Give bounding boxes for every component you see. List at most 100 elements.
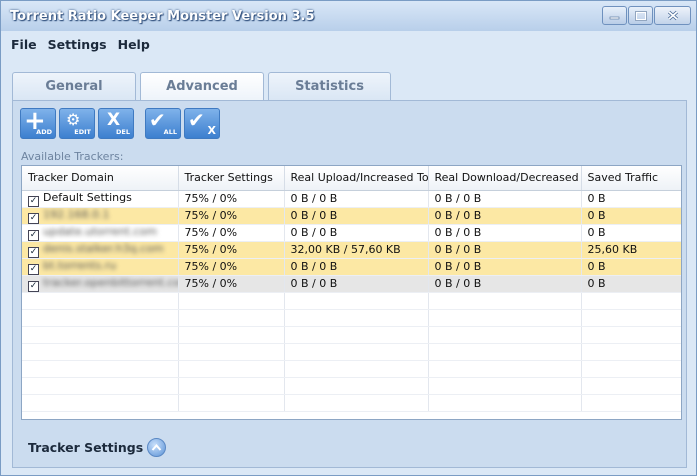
- empty-cell: [178, 343, 285, 361]
- cell-real-upload: 32,00 KB / 57,60 KB: [284, 241, 429, 259]
- tracker-toolbar: + ADD ⚙ EDIT X DEL ✔ ALL ✔ X: [20, 108, 223, 139]
- tab-general[interactable]: General: [12, 72, 136, 101]
- row-checkbox[interactable]: ✓: [28, 246, 39, 257]
- menu-settings[interactable]: Settings: [48, 32, 107, 57]
- empty-cell: [581, 377, 681, 395]
- check-all-button[interactable]: ✔ ALL: [145, 108, 181, 139]
- menu-file[interactable]: File: [11, 32, 37, 57]
- menu-bar: File Settings Help: [1, 32, 696, 57]
- edit-label: EDIT: [74, 128, 91, 136]
- tracker-settings-label: Tracker Settings: [28, 440, 144, 455]
- table-row[interactable]: ✓ tracker.openbittorrent.com 75% / 0% 0 B /…: [22, 275, 681, 293]
- col-tracker-settings[interactable]: Tracker Settings: [178, 166, 285, 191]
- empty-cell: [22, 326, 179, 344]
- cell-tracker-settings: 75% / 0%: [178, 224, 285, 242]
- empty-cell: [428, 394, 582, 412]
- cell-real-download: 0 B / 0 B: [428, 241, 582, 259]
- col-tracker-domain[interactable]: Tracker Domain: [22, 166, 179, 191]
- toolbar-gap: [137, 108, 145, 139]
- cell-tracker-settings: 75% / 0%: [178, 190, 285, 208]
- add-tracker-button[interactable]: + ADD: [20, 108, 56, 139]
- cell-real-download: 0 B / 0 B: [428, 207, 582, 225]
- empty-cell: [581, 292, 681, 310]
- title-bar[interactable]: Torrent Ratio Keeper Monster Version 3.5: [1, 1, 696, 31]
- empty-cell: [22, 343, 179, 361]
- maximize-icon: [634, 10, 647, 21]
- table-row[interactable]: ✓ denis.stalker.h3q.com 75% / 0% 32,00 KB /…: [22, 241, 681, 259]
- cell-saved-traffic: 0 B: [581, 275, 681, 293]
- table-row[interactable]: ✓ 192.168.0.1 75% / 0% 0 B / 0 B0 B / 0 B0 …: [22, 207, 681, 225]
- tracker-domain-text: denis.stalker.h3q.com: [43, 241, 164, 255]
- cell-tracker-domain: ✓ update.utorrent.com: [22, 224, 179, 242]
- delete-tracker-button[interactable]: X DEL: [98, 108, 134, 139]
- col-saved-traffic[interactable]: Saved Traffic: [581, 166, 681, 191]
- expand-tracker-settings-button[interactable]: [147, 438, 167, 457]
- row-checkbox[interactable]: ✓: [28, 263, 39, 274]
- empty-row: [22, 377, 681, 395]
- row-checkbox[interactable]: ✓: [28, 280, 39, 291]
- empty-cell: [284, 326, 429, 344]
- available-trackers-label: Available Trackers:: [21, 150, 124, 163]
- row-checkbox[interactable]: ✓: [28, 195, 39, 206]
- cell-real-upload: 0 B / 0 B: [284, 207, 429, 225]
- tracker-settings-section: Tracker Settings: [28, 438, 167, 457]
- col-real-upload[interactable]: Real Upload/Increased To: [284, 166, 429, 191]
- cell-tracker-domain: ✓ bt.torrents.ru: [22, 258, 179, 276]
- app-window: Torrent Ratio Keeper Monster Version 3.5…: [0, 0, 697, 476]
- empty-row: [22, 360, 681, 378]
- empty-cell: [178, 326, 285, 344]
- advanced-panel: + ADD ⚙ EDIT X DEL ✔ ALL ✔ X Available T…: [12, 100, 687, 468]
- window-controls: [601, 6, 691, 25]
- minimize-button[interactable]: [602, 6, 627, 25]
- maximize-button[interactable]: [628, 6, 653, 25]
- empty-cell: [284, 394, 429, 412]
- tracker-domain-text: bt.torrents.ru: [43, 258, 117, 272]
- cell-tracker-domain: ✓ denis.stalker.h3q.com: [22, 241, 179, 259]
- empty-row: [22, 326, 681, 344]
- uncheck-all-button[interactable]: ✔ X: [184, 108, 220, 139]
- table-row[interactable]: ✓ Default Settings 75% / 0% 0 B / 0 B0 B / …: [22, 190, 681, 208]
- add-label: ADD: [36, 128, 52, 136]
- empty-row: [22, 292, 681, 310]
- cell-saved-traffic: 0 B: [581, 207, 681, 225]
- menu-help[interactable]: Help: [118, 32, 150, 57]
- minimize-icon: [609, 16, 620, 20]
- x-label: X: [207, 124, 216, 137]
- table-row[interactable]: ✓ bt.torrents.ru 75% / 0% 0 B / 0 B0 B / 0 …: [22, 258, 681, 276]
- empty-cell: [22, 309, 179, 327]
- cell-real-upload: 0 B / 0 B: [284, 224, 429, 242]
- cell-saved-traffic: 0 B: [581, 224, 681, 242]
- tracker-domain-text: tracker.openbittorrent.com: [43, 275, 178, 289]
- close-button[interactable]: [654, 6, 691, 25]
- edit-tracker-button[interactable]: ⚙ EDIT: [59, 108, 95, 139]
- empty-cell: [581, 394, 681, 412]
- table-row[interactable]: ✓ update.utorrent.com 75% / 0% 0 B / 0 B 0 B…: [22, 224, 681, 242]
- cell-tracker-settings: 75% / 0%: [178, 258, 285, 276]
- row-checkbox[interactable]: ✓: [28, 212, 39, 223]
- col-real-download[interactable]: Real Download/Decreased To: [428, 166, 582, 191]
- cell-saved-traffic: 0 B: [581, 258, 681, 276]
- empty-cell: [428, 360, 582, 378]
- del-label: DEL: [116, 128, 130, 136]
- cell-real-upload: 0 B / 0 B: [284, 190, 429, 208]
- empty-cell: [22, 360, 179, 378]
- empty-cell: [284, 309, 429, 327]
- empty-cell: [581, 326, 681, 344]
- cell-saved-traffic: 25,60 KB: [581, 241, 681, 259]
- cell-tracker-domain: ✓ tracker.openbittorrent.com: [22, 275, 179, 293]
- tab-advanced[interactable]: Advanced: [140, 72, 264, 101]
- tracker-domain-text: Default Settings: [43, 190, 132, 204]
- trackers-table[interactable]: Tracker Domain Tracker Settings Real Upl…: [21, 165, 682, 420]
- empty-cell: [428, 292, 582, 310]
- tab-statistics[interactable]: Statistics: [268, 72, 391, 101]
- chevron-up-icon: [151, 443, 162, 451]
- row-checkbox[interactable]: ✓: [28, 229, 39, 240]
- cell-tracker-domain: ✓ 192.168.0.1: [22, 207, 179, 225]
- empty-cell: [178, 309, 285, 327]
- trackers-table-body: ✓ Default Settings 75% / 0% 0 B / 0 B0 B / …: [22, 190, 681, 412]
- empty-cell: [178, 292, 285, 310]
- window-title: Torrent Ratio Keeper Monster Version 3.5: [10, 9, 315, 24]
- cell-tracker-settings: 75% / 0%: [178, 275, 285, 293]
- empty-cell: [428, 377, 582, 395]
- cell-tracker-settings: 75% / 0%: [178, 241, 285, 259]
